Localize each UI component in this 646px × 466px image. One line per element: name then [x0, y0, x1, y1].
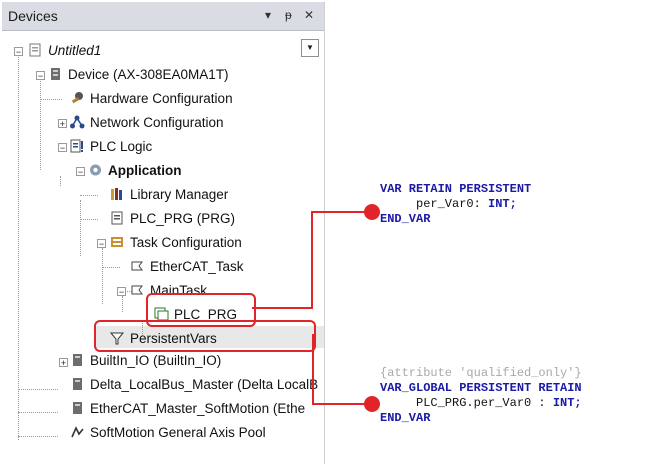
tree-item-label: BuiltIn_IO (BuiltIn_IO) — [90, 353, 222, 368]
connector-dot — [364, 204, 380, 220]
program-icon — [111, 211, 123, 225]
persistentvars-highlight-box — [94, 320, 316, 352]
tree-item-ethercat-master[interactable]: EtherCAT_Master_SoftMotion (Ethe — [70, 398, 305, 420]
tree-item-builtin-io[interactable]: BuiltIn_IO (BuiltIn_IO) — [70, 350, 221, 372]
tree-item-label: Network Configuration — [90, 115, 224, 130]
panel-titlebar: Devices ▾ ᵽ ✕ — [2, 2, 324, 31]
tree-item-label: EtherCAT_Master_SoftMotion (Ethe — [90, 401, 306, 416]
tree-item-label: Untitled1 — [48, 43, 102, 58]
tree-item-label: Application — [108, 163, 182, 178]
tree-item-project[interactable]: Untitled1 — [28, 40, 101, 62]
axis-pool-icon — [71, 426, 84, 438]
connector-dot — [364, 396, 380, 412]
code-keyword: END_VAR — [380, 411, 431, 425]
plc-logic-icon — [70, 139, 83, 153]
code-snippet-persistent-vars-list: {attribute 'qualified_only'} VAR_GLOBAL … — [380, 366, 582, 426]
code-snippet-persistent-declaration: VAR RETAIN PERSISTENT per_Var0: INT; END… — [380, 182, 531, 227]
tree-item-device[interactable]: Device (AX-308EA0MA1T) — [48, 64, 229, 86]
connector-line — [311, 211, 371, 213]
tree-item-network-configuration[interactable]: Network Configuration — [70, 112, 224, 134]
bus-master-icon — [73, 402, 82, 414]
panel-menu-dropdown-icon[interactable]: ▾ — [265, 7, 271, 23]
code-variable: PLC_PRG.per_Var0 : — [416, 396, 546, 410]
task-icon — [131, 285, 143, 295]
connector-line — [252, 307, 312, 309]
code-attribute: {attribute 'qualified_only'} — [380, 366, 582, 380]
expand-toggle[interactable]: − — [117, 287, 126, 297]
expand-toggle[interactable]: − — [58, 143, 67, 153]
tree-item-hardware-configuration[interactable]: Hardware Configuration — [70, 88, 233, 110]
expand-toggle[interactable]: − — [97, 239, 106, 249]
project-icon — [29, 43, 41, 57]
bus-master-icon — [73, 378, 82, 390]
devices-panel: Devices ▾ ᵽ ✕ ▼ − − + − − − − + Untitled… — [2, 2, 325, 464]
code-type: INT; — [488, 197, 517, 211]
code-keyword: VAR_GLOBAL PERSISTENT RETAIN — [380, 381, 582, 395]
tree-item-ethercat-task[interactable]: EtherCAT_Task — [130, 256, 244, 278]
expand-toggle[interactable]: + — [59, 358, 68, 368]
connector-line — [311, 211, 313, 309]
device-icon — [51, 68, 60, 80]
tree-item-label: Delta_LocalBus_Master (Delta LocalB — [90, 377, 319, 392]
tree-item-task-configuration[interactable]: Task Configuration — [110, 232, 242, 254]
tree-item-label: EtherCAT_Task — [150, 259, 244, 274]
tree-item-label: SoftMotion General Axis Pool — [90, 425, 266, 440]
expand-toggle[interactable]: − — [36, 71, 45, 81]
tree-item-delta-localbus[interactable]: Delta_LocalBus_Master (Delta LocalB — [70, 374, 318, 396]
tree-item-label: PLC Logic — [90, 139, 153, 154]
pin-icon[interactable]: ᵽ — [285, 7, 292, 23]
expand-toggle[interactable]: − — [76, 167, 85, 177]
connector-line — [312, 334, 314, 404]
task-config-icon — [111, 237, 123, 247]
code-type: INT; — [552, 396, 582, 410]
tree-item-label: Library Manager — [130, 187, 229, 202]
device-tree: − − + − − − − + Untitled1 Device (AX-308… — [2, 32, 324, 452]
expand-toggle[interactable]: + — [58, 119, 67, 129]
tree-item-softmotion-pool[interactable]: SoftMotion General Axis Pool — [70, 422, 266, 444]
code-variable: per_Var0: — [416, 197, 481, 211]
tree-item-label: Device (AX-308EA0MA1T) — [68, 67, 229, 82]
tree-item-library-manager[interactable]: Library Manager — [110, 184, 228, 206]
hardware-config-icon — [71, 92, 83, 104]
tree-item-label: Hardware Configuration — [90, 91, 233, 106]
tree-item-plc-prg[interactable]: PLC_PRG (PRG) — [110, 208, 235, 230]
panel-title: Devices — [8, 8, 58, 24]
code-keyword: END_VAR — [380, 212, 431, 226]
tree-item-application[interactable]: Application — [88, 160, 182, 182]
close-icon[interactable]: ✕ — [304, 7, 314, 23]
tree-item-plc-logic[interactable]: PLC Logic — [70, 136, 152, 158]
network-icon — [70, 115, 85, 129]
tree-item-label: PLC_PRG (PRG) — [130, 211, 236, 226]
io-module-icon — [73, 354, 82, 366]
expand-toggle[interactable]: − — [14, 47, 23, 57]
tree-item-label: Task Configuration — [130, 235, 242, 250]
library-icon — [111, 188, 122, 200]
application-gear-icon — [90, 164, 101, 176]
task-icon — [131, 261, 143, 271]
connector-line — [312, 403, 372, 405]
code-keyword: VAR RETAIN PERSISTENT — [380, 182, 532, 196]
